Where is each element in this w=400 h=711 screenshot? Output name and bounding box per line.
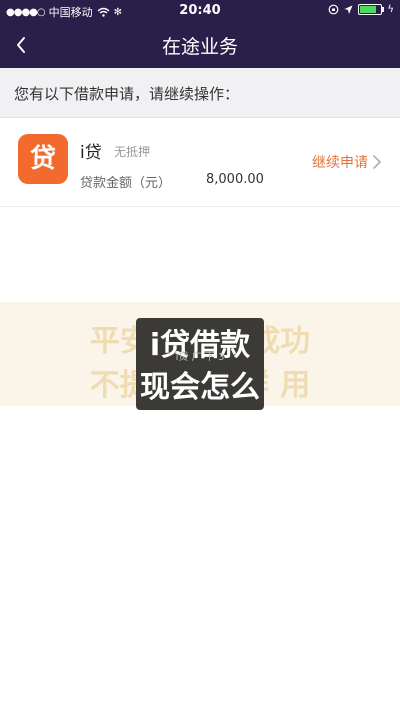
page-title: 在途业务 (161, 36, 238, 58)
rotation-lock-icon (328, 4, 339, 15)
notice-text: 您有以下借款申请，请继续操作： (0, 68, 400, 118)
loan-amount-label: 贷款金额（元） (80, 176, 172, 191)
battery-fill (360, 6, 377, 13)
continue-apply-button[interactable]: 继续申请 (312, 152, 382, 172)
loan-tag: 无抵押 (114, 145, 151, 159)
loan-product-name: i贷 (80, 143, 102, 163)
battery-icon (358, 4, 385, 15)
status-right: ϟ (328, 4, 394, 15)
continue-apply-label: 继续申请 (312, 155, 368, 171)
nav-bar: 在途业务 (0, 22, 400, 68)
caption-faint-text: i贷 广 下 3 (175, 352, 225, 363)
caption-line-2: 现会怎么 (140, 370, 260, 405)
battery-tip (382, 7, 385, 12)
chevron-right-icon (373, 155, 381, 169)
loan-logo-icon: 贷 (18, 134, 68, 184)
charging-icon: ϟ (387, 4, 394, 15)
location-icon (344, 5, 353, 14)
status-bar: ●●●●○ 中国移动 ✻ 20:40 ϟ (0, 0, 400, 22)
loan-application-row[interactable]: 贷 i贷 无抵押 贷款金额（元） 8,000.00 继续申请 (0, 118, 400, 207)
caption-box: i贷借款 i贷 广 下 3 现会怎么 (136, 318, 264, 410)
loan-amount-value: 8,000.00 (206, 172, 264, 187)
